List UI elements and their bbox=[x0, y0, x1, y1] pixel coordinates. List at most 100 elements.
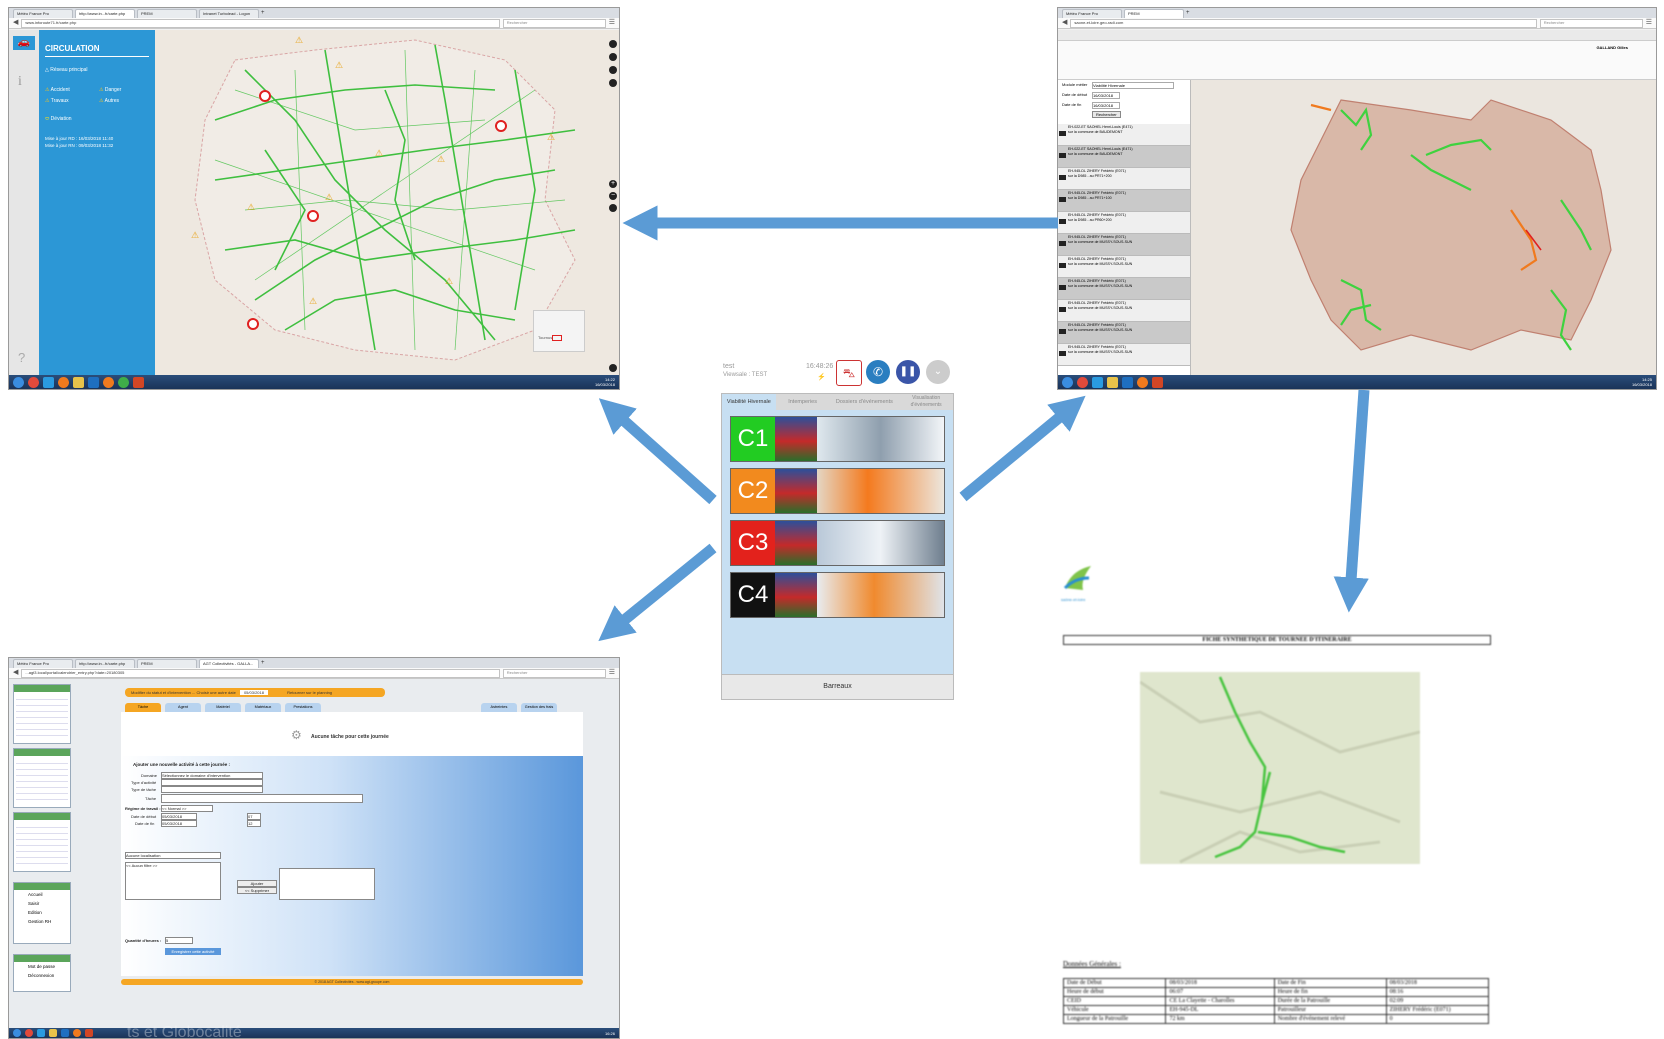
no-entry-icon[interactable] bbox=[259, 90, 271, 102]
warning-icon[interactable]: ⚠ bbox=[247, 202, 255, 213]
browser-tab[interactable]: Intranet Turbolead - Logon bbox=[199, 9, 259, 18]
car-icon[interactable]: 🚗 bbox=[13, 36, 35, 50]
add-button[interactable]: Ajouter bbox=[237, 880, 277, 887]
date-end-field[interactable]: 16/03/2018 bbox=[1092, 102, 1120, 109]
zoom-out-icon[interactable]: − bbox=[609, 192, 617, 200]
url-field[interactable]: saone-et-loire.geo-radi.com bbox=[1070, 18, 1537, 28]
mini-calendar[interactable] bbox=[13, 812, 71, 872]
tab-intemperies[interactable]: Intemperies bbox=[776, 394, 830, 410]
patrol-list-item[interactable]: EH-022-ET SAOHEL Henri-Louis (E471) sur l… bbox=[1058, 124, 1190, 146]
warning-icon[interactable]: ⚠ bbox=[375, 148, 383, 159]
tab-visualisation[interactable]: Visualisation d'événements bbox=[899, 394, 953, 410]
circuit-button-c2[interactable]: C2 bbox=[730, 468, 945, 514]
back-icon[interactable]: ◀ bbox=[1062, 19, 1067, 27]
patrol-list-item[interactable]: EH-945-DL ZIHERY Frédéric (E071) sur la D… bbox=[1058, 168, 1190, 190]
browser-tab[interactable]: http://www.in...fr/carte.php bbox=[75, 9, 135, 18]
date-start-field[interactable]: 16/03/2018 bbox=[1092, 92, 1120, 99]
back-to-planning-link[interactable]: Retourner sur le planning bbox=[287, 690, 332, 695]
browser-tab[interactable]: PREM bbox=[137, 9, 197, 18]
browser-tab[interactable]: AGT Collectivités - GALLA... bbox=[199, 659, 259, 668]
type-tache-select[interactable] bbox=[161, 786, 263, 793]
warning-icon[interactable]: ⚠ bbox=[325, 192, 333, 203]
menu-item-gestion-rh[interactable]: Gestion RH bbox=[14, 917, 70, 926]
search-icon[interactable] bbox=[609, 66, 617, 74]
chrome-icon[interactable] bbox=[25, 1029, 33, 1037]
menu-item-edition[interactable]: Edition bbox=[14, 908, 70, 917]
browser-tab[interactable]: http://www.in...fr/carte.php bbox=[75, 659, 135, 668]
patrol-list-item[interactable]: EH-945-DL ZIHERY Frédéric (E071) sur la c… bbox=[1058, 300, 1190, 322]
chrome-icon[interactable] bbox=[1077, 376, 1088, 388]
categorie-list[interactable]: << Aucun filtre >> bbox=[125, 862, 221, 900]
mini-calendar[interactable] bbox=[13, 748, 71, 808]
tab-dossiers[interactable]: Dossiers d'événements bbox=[829, 394, 899, 410]
powerpoint-icon[interactable] bbox=[1152, 376, 1163, 388]
browser-tab[interactable]: PREM bbox=[137, 659, 197, 668]
menu-item-saisir[interactable]: Saisir bbox=[14, 899, 70, 908]
new-tab-icon[interactable]: + bbox=[261, 9, 265, 18]
warning-icon[interactable]: ⚠ bbox=[547, 132, 555, 143]
quantity-field[interactable]: 5 bbox=[165, 937, 193, 944]
phone-button[interactable]: ✆ bbox=[866, 360, 890, 384]
content-tab[interactable]: Matériaux bbox=[245, 703, 281, 712]
patrol-list-item[interactable]: EH-945-DL ZIHERY Frédéric (E071) sur la D… bbox=[1058, 212, 1190, 234]
url-field[interactable]: ...agt3.local/portal/calendrier_entry.ph… bbox=[21, 668, 500, 678]
warning-icon[interactable]: ⚠ bbox=[295, 35, 303, 46]
banner-date[interactable]: 05/03/2018 bbox=[239, 690, 268, 695]
help-icon[interactable]: ? bbox=[18, 350, 25, 365]
content-tab[interactable]: Matériel bbox=[205, 703, 241, 712]
start-icon[interactable] bbox=[1062, 376, 1073, 388]
patrol-list-item[interactable]: EH-945-DL ZIHERY Frédéric (E071) sur la c… bbox=[1058, 344, 1190, 366]
browser-tab[interactable]: Météo France Pro bbox=[13, 659, 73, 668]
info-icon[interactable]: i bbox=[18, 74, 22, 90]
patrol-map[interactable] bbox=[1191, 80, 1656, 376]
chrome-icon[interactable] bbox=[118, 376, 129, 388]
outlook-icon[interactable] bbox=[88, 376, 99, 388]
patrol-list-item[interactable]: EH-945-DL ZIHERY Frédéric (E071) sur la D… bbox=[1058, 190, 1190, 212]
road-alert-button[interactable]: ⛍ bbox=[836, 360, 862, 386]
content-tab[interactable]: Agent bbox=[165, 703, 201, 712]
browser-tab[interactable]: Météo France Pro bbox=[1062, 9, 1122, 18]
content-tab[interactable]: Prestations bbox=[285, 703, 321, 712]
search-field[interactable]: Rechercher bbox=[502, 18, 606, 28]
start-icon[interactable] bbox=[13, 376, 24, 388]
url-field[interactable]: www.inforoute71.fr/carte.php bbox=[21, 18, 500, 28]
browser-tab[interactable]: PREM bbox=[1124, 9, 1184, 18]
search-button[interactable]: Rechercher bbox=[1092, 111, 1121, 118]
hour-end-field[interactable]: 12 bbox=[247, 820, 261, 827]
no-entry-icon[interactable] bbox=[495, 120, 507, 132]
remove-button[interactable]: << Supprimer bbox=[237, 887, 277, 894]
module-select[interactable]: Viabilité Hivernale bbox=[1092, 82, 1174, 89]
mini-calendar[interactable] bbox=[13, 684, 71, 744]
home-icon[interactable] bbox=[609, 40, 617, 48]
warning-icon[interactable]: ⚠ bbox=[309, 296, 317, 307]
no-entry-icon[interactable] bbox=[307, 210, 319, 222]
search-field[interactable]: Rechercher bbox=[502, 668, 606, 678]
content-tab[interactable]: Gestion des frais bbox=[521, 703, 557, 712]
hour-start-field[interactable]: 07 bbox=[247, 813, 261, 820]
menu-item-logout[interactable]: Déconnexion bbox=[14, 971, 70, 980]
back-icon[interactable]: ◀ bbox=[13, 19, 18, 27]
powerpoint-icon[interactable] bbox=[133, 376, 144, 388]
menu-icon[interactable]: ☰ bbox=[1646, 19, 1652, 27]
traffic-map[interactable]: ⚠ ⚠ ⚠ ⚠ ⚠ ⚠ ⚠ ⚠ ⚠ ⚠ Tournus + − bbox=[155, 30, 619, 376]
warning-icon[interactable]: ⚠ bbox=[191, 230, 199, 241]
search-field[interactable]: Rechercher bbox=[1539, 18, 1643, 28]
layers-icon[interactable] bbox=[609, 79, 617, 87]
browser-tab[interactable]: Météo France Pro bbox=[13, 9, 73, 18]
patrol-list-item[interactable]: EH-022-ET SAOHEL Henri-Louis (E471) sur l… bbox=[1058, 146, 1190, 168]
fullscreen-icon[interactable] bbox=[609, 204, 617, 212]
menu-item-accueil[interactable]: Accueil bbox=[14, 890, 70, 899]
locate-icon[interactable] bbox=[609, 53, 617, 61]
patrol-list-item[interactable]: EH-945-DL ZIHERY Frédéric (E071) sur la c… bbox=[1058, 256, 1190, 278]
localisation-select[interactable]: Aucune localisation bbox=[125, 852, 221, 859]
ie-icon[interactable] bbox=[43, 376, 54, 388]
zoom-in-icon[interactable]: + bbox=[609, 180, 617, 188]
firefox-icon[interactable] bbox=[73, 1029, 81, 1037]
firefox-icon[interactable] bbox=[58, 376, 69, 388]
back-icon[interactable]: ◀ bbox=[13, 669, 18, 677]
tab-viabilite[interactable]: Viabilité Hivernale bbox=[722, 394, 776, 410]
menu-icon[interactable]: ☰ bbox=[609, 19, 615, 27]
date-debut-field[interactable]: 05/03/2018 bbox=[161, 813, 197, 820]
firefox-icon[interactable] bbox=[103, 376, 114, 388]
ie-icon[interactable] bbox=[1092, 376, 1103, 388]
